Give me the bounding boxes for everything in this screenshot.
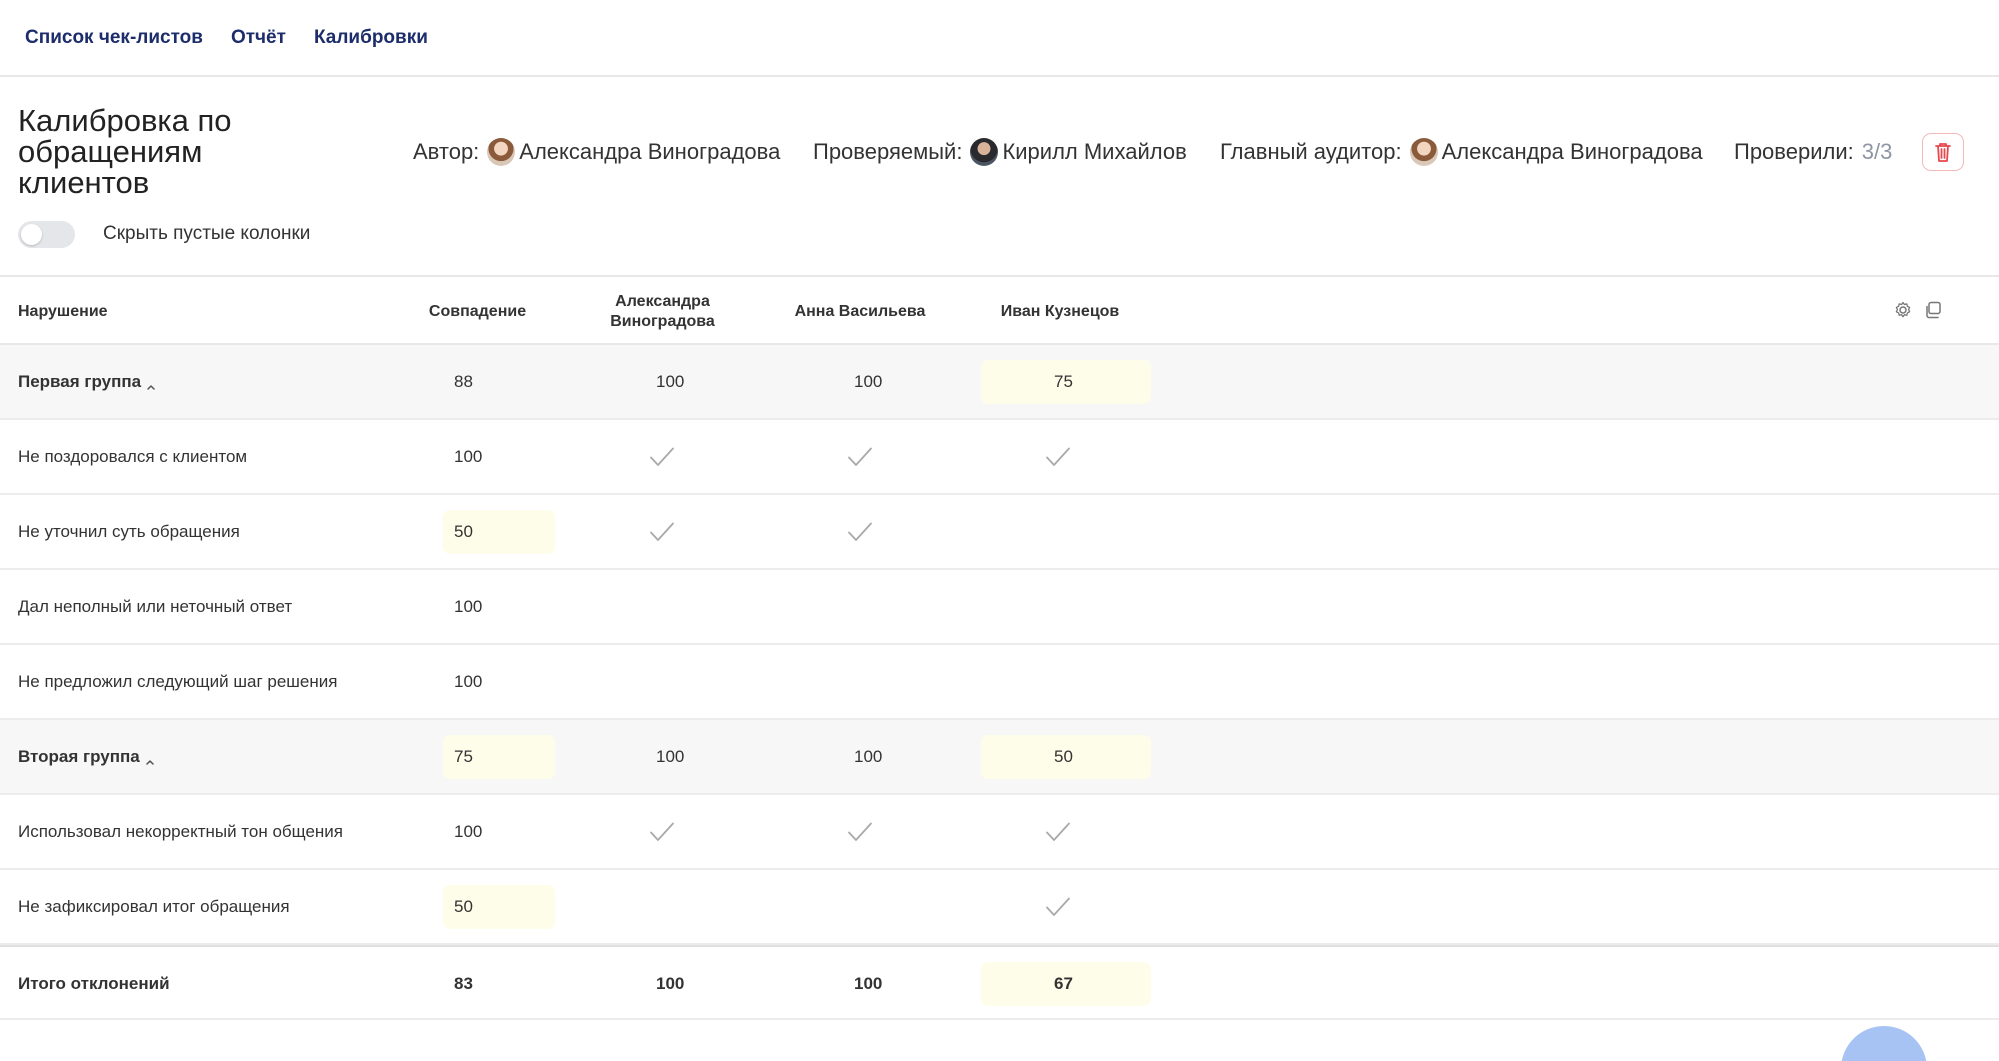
column-header-reviewer-1: Александра Виноградова (610, 293, 715, 330)
row-label: Итого отклонений (18, 947, 170, 1020)
row-label: Не уточнил суть обращения (18, 495, 240, 568)
calibration-header: Калибровка по обращениям клиентов Автор:… (0, 77, 1999, 277)
check-icon (648, 444, 676, 470)
table-row: Не поздоровался с клиентом 100 (0, 420, 1999, 495)
gear-icon (1895, 301, 1911, 318)
table-tools (1892, 299, 1944, 321)
nav-report-link[interactable]: Отчёт (231, 27, 286, 49)
table-row: Использовал некорректный тон общения 100 (0, 795, 1999, 870)
auditor-info: Главный аудитор: Александра Виноградова (1220, 130, 1703, 174)
auditor-name: Александра Виноградова (1441, 139, 1703, 164)
nav-checklists-link[interactable]: Список чек-листов (25, 27, 203, 49)
row-label-text: Итого отклонений (18, 973, 170, 993)
reviewer-2-value: 100 (854, 973, 883, 993)
auditor-avatar (1409, 138, 1438, 166)
reviewer-3-value: 50 (1054, 746, 1073, 766)
top-navigation: Список чек-листов Отчёт Калибровки (0, 0, 1999, 77)
match-value: 83 (454, 973, 473, 993)
row-label-text: Не зафиксировал итог обращения (18, 896, 290, 916)
delete-button[interactable] (1922, 133, 1964, 171)
chevron-up-icon[interactable] (146, 377, 156, 390)
copy-icon (1926, 301, 1941, 319)
chevron-up-icon[interactable] (145, 752, 155, 765)
page-title: Калибровка по обращениям клиентов (18, 103, 232, 200)
checked-count: 3/3 (1861, 139, 1893, 164)
match-value: 88 (454, 371, 473, 391)
match-value: 100 (454, 821, 483, 841)
total-row: Итого отклонений 83 100 100 67 (0, 945, 1999, 1020)
hide-empty-columns-label: Скрыть пустые колонки (103, 223, 311, 244)
reviewee-info: Проверяемый: Кирилл Михайлов (813, 130, 1187, 174)
floating-action-button[interactable] (1841, 1026, 1927, 1061)
match-value: 75 (454, 746, 473, 766)
table-body: Первая группа 88 100 100 75 Не поздоровался с… (0, 345, 1999, 1020)
column-header-reviewer-3: Иван Кузнецов (1000, 303, 1120, 320)
author-avatar (487, 138, 516, 166)
row-label: Вторая группа (18, 720, 155, 793)
row-label: Дал неполный или неточный ответ (18, 570, 292, 643)
copy-button[interactable] (1922, 299, 1944, 321)
row-label-text: Не поздоровался с клиентом (18, 446, 248, 466)
author-label: Автор: (413, 139, 480, 164)
row-label: Не предложил следующий шаг решения (18, 645, 337, 718)
reviewer-1-value: 100 (656, 973, 685, 993)
reviewer-3-value: 75 (1054, 371, 1073, 391)
table-row: Не предложил следующий шаг решения 100 (0, 645, 1999, 720)
author-name: Александра Виноградова (519, 139, 781, 164)
hide-empty-columns-toggle[interactable] (18, 221, 75, 248)
check-icon (846, 519, 874, 545)
check-icon (846, 444, 874, 470)
reviewer-1-value: 100 (656, 746, 685, 766)
group-row[interactable]: Вторая группа 75 100 100 50 (0, 720, 1999, 795)
row-label: Использовал некорректный тон общения (18, 795, 343, 868)
checked-label: Проверили: (1734, 139, 1854, 164)
reviewer-2-value: 100 (854, 746, 883, 766)
reviewee-name: Кирилл Михайлов (1002, 139, 1187, 164)
column-header-violation: Нарушение (18, 303, 108, 320)
check-icon (648, 519, 676, 545)
table-row: Не уточнил суть обращения 50 (0, 495, 1999, 570)
trash-icon (1935, 143, 1951, 162)
checked-info: Проверили: 3/3 (1734, 130, 1892, 174)
reviewee-avatar (970, 138, 999, 166)
reviewer-2-value: 100 (854, 371, 883, 391)
column-header-match: Совпадение (428, 303, 527, 320)
calibration-table: Нарушение Совпадение Александра Виноград… (0, 279, 1999, 1020)
match-value: 100 (454, 446, 483, 466)
table-header: Нарушение Совпадение Александра Виноград… (0, 279, 1999, 345)
row-label-text: Дал неполный или неточный ответ (18, 596, 293, 616)
auditor-label: Главный аудитор: (1220, 139, 1402, 164)
row-label-text: Использовал некорректный тон общения (18, 821, 344, 841)
nav-calibrations-link[interactable]: Калибровки (314, 27, 428, 49)
reviewer-1-value: 100 (656, 371, 685, 391)
author-info: Автор: Александра Виноградова (413, 130, 780, 174)
toggle-knob (21, 224, 42, 245)
check-icon (846, 819, 874, 845)
table-row: Дал неполный или неточный ответ 100 (0, 570, 1999, 645)
match-value: 100 (454, 596, 483, 616)
check-icon (1044, 819, 1072, 845)
reviewee-label: Проверяемый: (813, 139, 963, 164)
row-label-text: Первая группа (18, 371, 142, 391)
row-label-text: Не предложил следующий шаг решения (18, 671, 338, 691)
row-label-text: Не уточнил суть обращения (18, 521, 240, 541)
row-label: Первая группа (18, 345, 156, 418)
row-label: Не поздоровался с клиентом (18, 420, 247, 493)
check-icon (1044, 894, 1072, 920)
settings-button[interactable] (1892, 299, 1914, 321)
column-header-reviewer-2: Анна Васильева (794, 303, 926, 320)
match-value: 50 (454, 521, 473, 541)
check-icon (1044, 444, 1072, 470)
group-row[interactable]: Первая группа 88 100 100 75 (0, 345, 1999, 420)
check-icon (648, 819, 676, 845)
row-label: Не зафиксировал итог обращения (18, 870, 290, 943)
row-label-text: Вторая группа (18, 746, 140, 766)
table-row: Не зафиксировал итог обращения 50 (0, 870, 1999, 945)
match-value: 100 (454, 671, 483, 691)
match-value: 50 (454, 896, 473, 916)
reviewer-3-value: 67 (1054, 973, 1073, 993)
